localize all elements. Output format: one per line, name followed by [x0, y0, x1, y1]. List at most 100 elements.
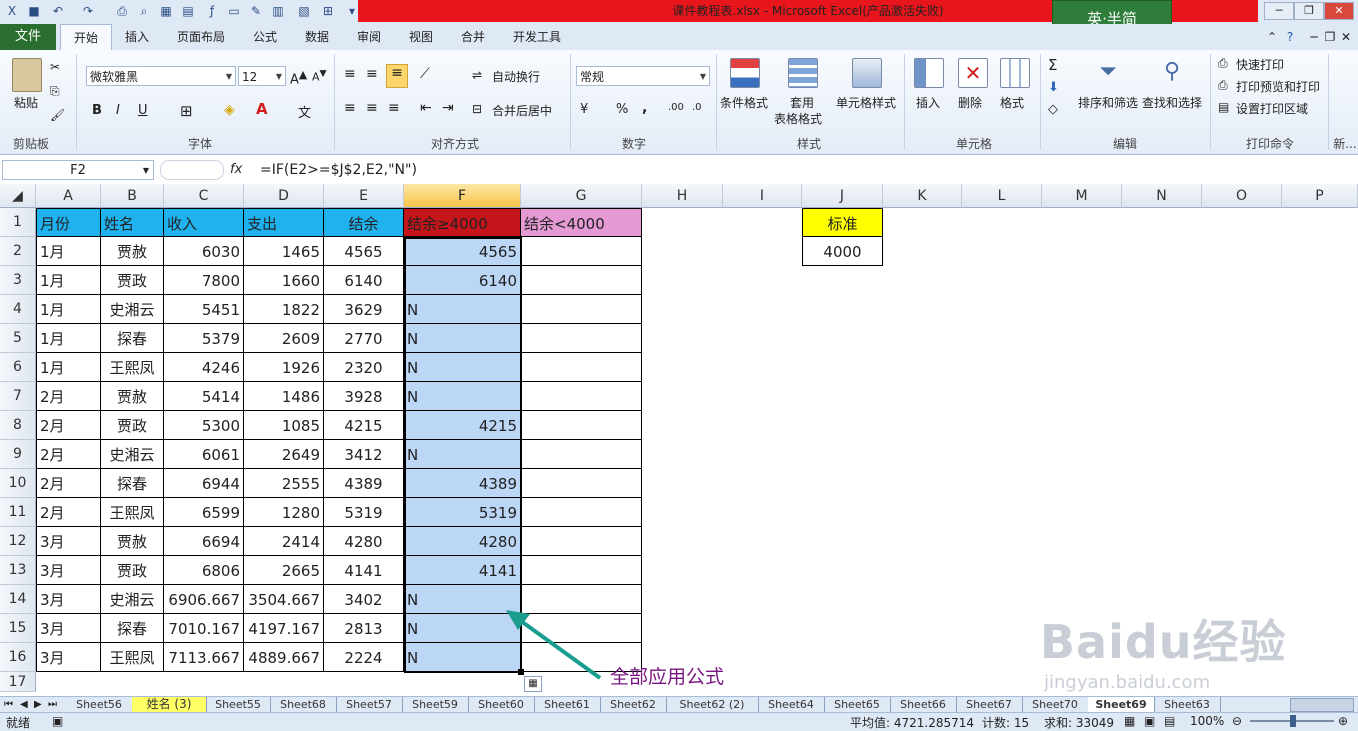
column-header-c[interactable]: C [164, 184, 244, 208]
column-header-g[interactable]: G [521, 184, 642, 208]
zoom-slider-thumb[interactable] [1290, 715, 1296, 727]
cell-g3[interactable] [521, 266, 642, 295]
cell-a5[interactable]: 1月 [36, 324, 101, 353]
table-format-icon[interactable] [788, 58, 818, 88]
cell-b16[interactable]: 王熙凤 [101, 643, 164, 672]
print-preview-button[interactable]: 打印预览和打印 [1236, 78, 1320, 95]
cell-a4[interactable]: 1月 [36, 295, 101, 324]
sheet-tab-8[interactable]: Sheet61 [534, 697, 601, 712]
cell-f11[interactable]: 5319 [404, 498, 521, 527]
fill-icon[interactable]: ⬇ [1048, 80, 1059, 95]
fill-color-icon[interactable]: ◈ [224, 102, 235, 118]
tab-merge[interactable]: 合并 [452, 24, 494, 50]
cell-e10[interactable]: 4389 [324, 469, 404, 498]
cell-f12[interactable]: 4280 [404, 527, 521, 556]
tab-page-layout[interactable]: 页面布局 [168, 24, 234, 50]
increase-decimal-icon[interactable]: .00 [668, 102, 684, 113]
zoom-in-icon[interactable]: ⊕ [1338, 714, 1348, 728]
header-cell-month[interactable]: 月份 [36, 208, 101, 237]
border-icon[interactable]: ⊞ [180, 102, 193, 120]
sheet-tab-3[interactable]: Sheet55 [206, 697, 271, 712]
sheet-tab-15[interactable]: Sheet70 [1022, 697, 1089, 712]
redo-icon[interactable]: ↷ [80, 3, 96, 19]
cell-g6[interactable] [521, 353, 642, 382]
tab-file[interactable]: 文件 [0, 24, 56, 50]
cell-e14[interactable]: 3402 [324, 585, 404, 614]
header-cell-balance-ge-4000[interactable]: 结余≥4000 [404, 208, 521, 237]
formula-expand-handle[interactable] [160, 160, 224, 180]
chart-icon[interactable]: ▥ [270, 3, 286, 19]
cell-c16[interactable]: 7113.667 [164, 643, 244, 672]
cell-d13[interactable]: 2665 [244, 556, 324, 585]
font-color-icon[interactable]: A [256, 100, 268, 118]
merge-icon[interactable]: ⊟ [472, 102, 482, 116]
cell-b11[interactable]: 王熙凤 [101, 498, 164, 527]
sheet-tab-9[interactable]: Sheet62 [600, 697, 667, 712]
number-format-combo[interactable]: 常规 ▼ [576, 66, 710, 86]
column-header-b[interactable]: B [101, 184, 164, 208]
calculator-icon[interactable]: ▦ [158, 3, 174, 19]
form-icon[interactable]: ▭ [226, 3, 242, 19]
normal-view-icon[interactable]: ▦ [1124, 714, 1135, 728]
cell-c13[interactable]: 6806 [164, 556, 244, 585]
cell-d14[interactable]: 3504.667 [244, 585, 324, 614]
cell-c12[interactable]: 6694 [164, 527, 244, 556]
cell-e15[interactable]: 2813 [324, 614, 404, 643]
align-center-icon[interactable]: ≡ [366, 100, 378, 116]
cell-c10[interactable]: 6944 [164, 469, 244, 498]
sheet-nav-last-icon[interactable]: ⏭ [48, 697, 57, 712]
column-header-k[interactable]: K [883, 184, 962, 208]
row-header-13[interactable]: 13 [0, 556, 36, 585]
column-header-e[interactable]: E [324, 184, 404, 208]
cell-a14[interactable]: 3月 [36, 585, 101, 614]
orientation-icon[interactable]: ⟋ [420, 66, 430, 82]
column-header-l[interactable]: L [962, 184, 1042, 208]
cell-f6[interactable]: N [404, 353, 521, 382]
cell-b4[interactable]: 史湘云 [101, 295, 164, 324]
cell-d10[interactable]: 2555 [244, 469, 324, 498]
column-header-d[interactable]: D [244, 184, 324, 208]
cell-c9[interactable]: 6061 [164, 440, 244, 469]
insert-function-icon[interactable]: fx [230, 160, 242, 180]
cell-a8[interactable]: 2月 [36, 411, 101, 440]
currency-icon[interactable]: ¥ [580, 102, 588, 117]
paste-icon[interactable] [12, 58, 42, 92]
cell-d16[interactable]: 4889.667 [244, 643, 324, 672]
column-header-n[interactable]: N [1122, 184, 1202, 208]
cell-d4[interactable]: 1822 [244, 295, 324, 324]
row-header-15[interactable]: 15 [0, 614, 36, 643]
cell-e7[interactable]: 3928 [324, 382, 404, 411]
row-header-4[interactable]: 4 [0, 295, 36, 324]
cell-f3[interactable]: 6140 [404, 266, 521, 295]
header-cell-income[interactable]: 收入 [164, 208, 244, 237]
sort-filter-icon[interactable]: ⏷ [1094, 58, 1122, 86]
cell-a2[interactable]: 1月 [36, 237, 101, 266]
tab-data[interactable]: 数据 [296, 24, 338, 50]
function-icon[interactable]: ƒ [204, 3, 220, 19]
print-preview-icon[interactable]: ⎙ [1218, 78, 1228, 93]
cell-styles-button[interactable]: 单元格样式 [836, 94, 896, 111]
cell-f4[interactable]: N [404, 295, 521, 324]
header-cell-name[interactable]: 姓名 [101, 208, 164, 237]
cell-g9[interactable] [521, 440, 642, 469]
conditional-format-button[interactable]: 条件格式 [720, 94, 768, 111]
print-icon[interactable]: ⎙ [114, 3, 130, 19]
font-size-combo[interactable]: 12 ▼ [238, 66, 286, 86]
print-area-button[interactable]: 设置打印区域 [1236, 100, 1308, 117]
wrap-text-icon[interactable]: ⇌ [472, 68, 482, 82]
cell-c7[interactable]: 5414 [164, 382, 244, 411]
cell-b3[interactable]: 贾政 [101, 266, 164, 295]
column-header-m[interactable]: M [1042, 184, 1122, 208]
cell-d12[interactable]: 2414 [244, 527, 324, 556]
row-header-8[interactable]: 8 [0, 411, 36, 440]
delete-cells-button[interactable]: 删除 [958, 94, 982, 111]
cell-b2[interactable]: 贾赦 [101, 237, 164, 266]
column-header-p[interactable]: P [1282, 184, 1358, 208]
preview-icon[interactable]: ⌕ [136, 3, 152, 19]
cell-b12[interactable]: 贾赦 [101, 527, 164, 556]
column-header-j[interactable]: J [802, 184, 883, 208]
cell-c14[interactable]: 6906.667 [164, 585, 244, 614]
page-break-view-icon[interactable]: ▤ [1164, 714, 1175, 728]
cell-e3[interactable]: 6140 [324, 266, 404, 295]
table-icon[interactable]: ▤ [180, 3, 196, 19]
